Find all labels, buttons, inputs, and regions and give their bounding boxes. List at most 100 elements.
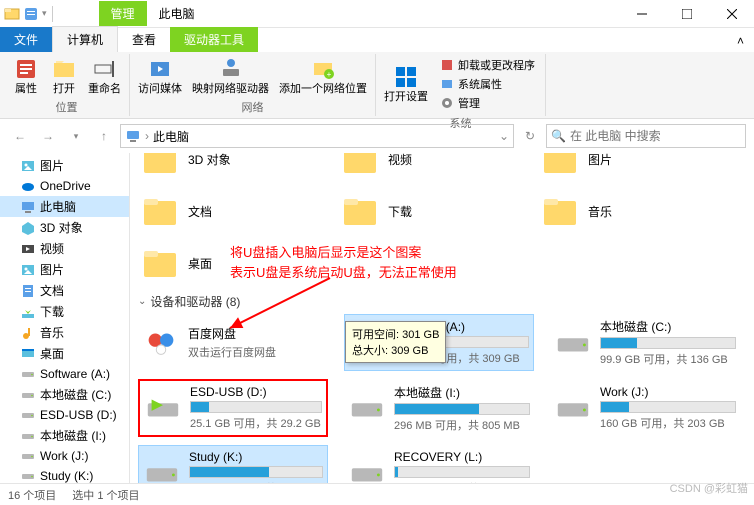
folder-视频[interactable]: 视频 xyxy=(338,153,498,181)
properties-qat-icon[interactable] xyxy=(23,6,39,22)
drive-5[interactable]: Work (J:)160 GB 可用，共 203 GB xyxy=(550,379,740,437)
tab-view[interactable]: 查看 xyxy=(118,27,170,52)
close-button[interactable] xyxy=(709,0,754,28)
minimize-button[interactable] xyxy=(619,0,664,28)
drive-4[interactable]: 本地磁盘 (I:)296 MB 可用，共 805 MB xyxy=(344,379,534,437)
ribbon-add-network[interactable]: + 添加一个网络位置 xyxy=(275,54,371,98)
sidebar-item-11[interactable]: 本地磁盘 (C:) xyxy=(0,384,129,405)
folder-文档[interactable]: 文档 xyxy=(138,189,298,233)
sidebar-item-label: Software (A:) xyxy=(40,367,110,381)
folder-label: 文档 xyxy=(188,203,212,220)
sidebar-item-label: OneDrive xyxy=(40,179,91,193)
drive-stats: 783 MB 可用，共 799 MB xyxy=(394,480,530,483)
sidebar-item-label: Work (J:) xyxy=(40,449,88,463)
nav-history-dropdown[interactable]: ▾ xyxy=(64,124,88,148)
ribbon-group-location-label: 位置 xyxy=(8,98,125,116)
search-input[interactable] xyxy=(570,129,741,143)
pc-icon xyxy=(20,199,36,215)
breadcrumb[interactable]: 此电脑 xyxy=(153,128,189,145)
section-devices[interactable]: 设备和驱动器 (8) xyxy=(138,293,746,310)
drive-bar xyxy=(600,401,736,413)
drive-3[interactable]: ESD-USB (D:)25.1 GB 可用，共 29.2 GB xyxy=(138,379,328,437)
nav-forward-button[interactable]: → xyxy=(36,124,60,148)
properties-icon xyxy=(14,57,38,81)
folder-label: 3D 对象 xyxy=(188,153,231,168)
sidebar-item-9[interactable]: 桌面 xyxy=(0,343,129,364)
drive-stats: 99.9 GB 可用，共 136 GB xyxy=(600,351,736,367)
folder-下载[interactable]: 下载 xyxy=(338,189,498,233)
drive-name: ESD-USB (D:) xyxy=(190,385,322,399)
drive-2[interactable]: 本地磁盘 (C:)99.9 GB 可用，共 136 GB xyxy=(550,314,740,371)
sidebar-item-3[interactable]: 3D 对象 xyxy=(0,217,129,238)
folder-音乐[interactable]: 音乐 xyxy=(538,189,698,233)
search-box[interactable]: 🔍 xyxy=(546,124,746,148)
ribbon-map-drive[interactable]: 映射网络驱动器 xyxy=(188,54,273,98)
sidebar-item-12[interactable]: ESD-USB (D:) xyxy=(0,405,129,425)
nav-back-button[interactable]: ← xyxy=(8,124,32,148)
folder-label: 图片 xyxy=(588,153,612,168)
ribbon-tabs: 文件 计算机 查看 驱动器工具 ˄ xyxy=(0,28,754,52)
sidebar-item-10[interactable]: Software (A:) xyxy=(0,364,129,384)
sidebar-item-7[interactable]: 下载 xyxy=(0,301,129,322)
drive-7[interactable]: RECOVERY (L:) 783 MB 可用，共 799 MB xyxy=(344,445,534,483)
sidebar-item-5[interactable]: 图片 xyxy=(0,259,129,280)
sidebar-item-label: 桌面 xyxy=(40,345,64,362)
folder-桌面[interactable]: 桌面 xyxy=(138,241,298,285)
ribbon-access-media[interactable]: 访问媒体 xyxy=(134,54,186,98)
ribbon-collapse-icon[interactable]: ˄ xyxy=(727,30,754,52)
sidebar-item-label: 图片 xyxy=(40,261,64,278)
sidebar-item-1[interactable]: OneDrive xyxy=(0,176,129,196)
sidebar-item-8[interactable]: 音乐 xyxy=(0,322,129,343)
address-bar: ← → ▾ ↑ › 此电脑 ⌄ ↻ 🔍 xyxy=(0,119,754,153)
drive-name: Software (A:) xyxy=(395,320,529,334)
sidebar-item-label: 图片 xyxy=(40,157,64,174)
sidebar-item-2[interactable]: 此电脑 xyxy=(0,196,129,217)
open-settings-label: 打开设置 xyxy=(384,91,428,103)
pc-icon xyxy=(125,128,141,144)
sidebar-item-0[interactable]: 图片 xyxy=(0,155,129,176)
sidebar[interactable]: 图片OneDrive此电脑3D 对象视频图片文档下载音乐桌面Software (… xyxy=(0,153,130,483)
ribbon-group-network-label: 网络 xyxy=(134,98,371,116)
maximize-button[interactable] xyxy=(664,0,709,28)
refresh-button[interactable]: ↻ xyxy=(518,124,542,148)
ribbon-open[interactable]: 打开 xyxy=(46,54,82,98)
ribbon-manage[interactable]: 管理 xyxy=(438,94,537,112)
sidebar-item-label: 本地磁盘 (I:) xyxy=(40,427,106,444)
sidebar-item-4[interactable]: 视频 xyxy=(0,238,129,259)
tab-driver-tools[interactable]: 驱动器工具 xyxy=(170,27,258,52)
drive-name: 百度网盘 xyxy=(188,325,324,342)
tab-file[interactable]: 文件 xyxy=(0,27,52,52)
map-drive-icon xyxy=(219,57,243,81)
sidebar-item-14[interactable]: Work (J:) xyxy=(0,446,129,466)
drive-bar xyxy=(600,337,736,349)
nav-up-button[interactable]: ↑ xyxy=(92,124,116,148)
sidebar-item-6[interactable]: 文档 xyxy=(0,280,129,301)
drive-bar xyxy=(189,466,323,478)
ribbon-rename[interactable]: 重命名 xyxy=(84,54,125,98)
drive-6[interactable]: Study (K:)78.0 GB 可用，共 195 GB xyxy=(138,445,328,483)
ribbon-open-settings[interactable]: 打开设置 xyxy=(380,54,432,114)
ribbon-uninstall[interactable]: 卸载或更改程序 xyxy=(438,56,537,74)
drive-name: RECOVERY (L:) xyxy=(394,450,530,464)
drive-bar xyxy=(394,466,530,478)
sidebar-item-label: 此电脑 xyxy=(40,198,76,215)
folder-图片[interactable]: 图片 xyxy=(538,153,698,181)
drive-1[interactable]: Software (A:)301 GB 可用，共 309 GB xyxy=(344,314,534,371)
drive-app-0[interactable]: 百度网盘双击运行百度网盘 xyxy=(138,314,328,371)
tab-computer[interactable]: 计算机 xyxy=(52,26,118,52)
sidebar-item-label: 下载 xyxy=(40,303,64,320)
address-dropdown-icon[interactable]: ⌄ xyxy=(499,129,509,143)
sidebar-item-label: Study (K:) xyxy=(40,469,93,483)
folder-3D 对象[interactable]: 3D 对象 xyxy=(138,153,298,181)
sidebar-item-13[interactable]: 本地磁盘 (I:) xyxy=(0,425,129,446)
open-icon xyxy=(52,57,76,81)
folder-label: 视频 xyxy=(388,153,412,168)
drive-icon xyxy=(20,428,36,444)
ribbon-properties[interactable]: 属性 xyxy=(8,54,44,98)
qat-dropdown-icon[interactable]: ▾ xyxy=(42,8,47,19)
ribbon-system-props[interactable]: 系统属性 xyxy=(438,75,537,93)
title-tab-manage[interactable]: 管理 xyxy=(99,1,147,26)
address-box[interactable]: › 此电脑 ⌄ xyxy=(120,124,514,148)
sidebar-item-15[interactable]: Study (K:) xyxy=(0,466,129,483)
desktop-icon xyxy=(20,346,36,362)
